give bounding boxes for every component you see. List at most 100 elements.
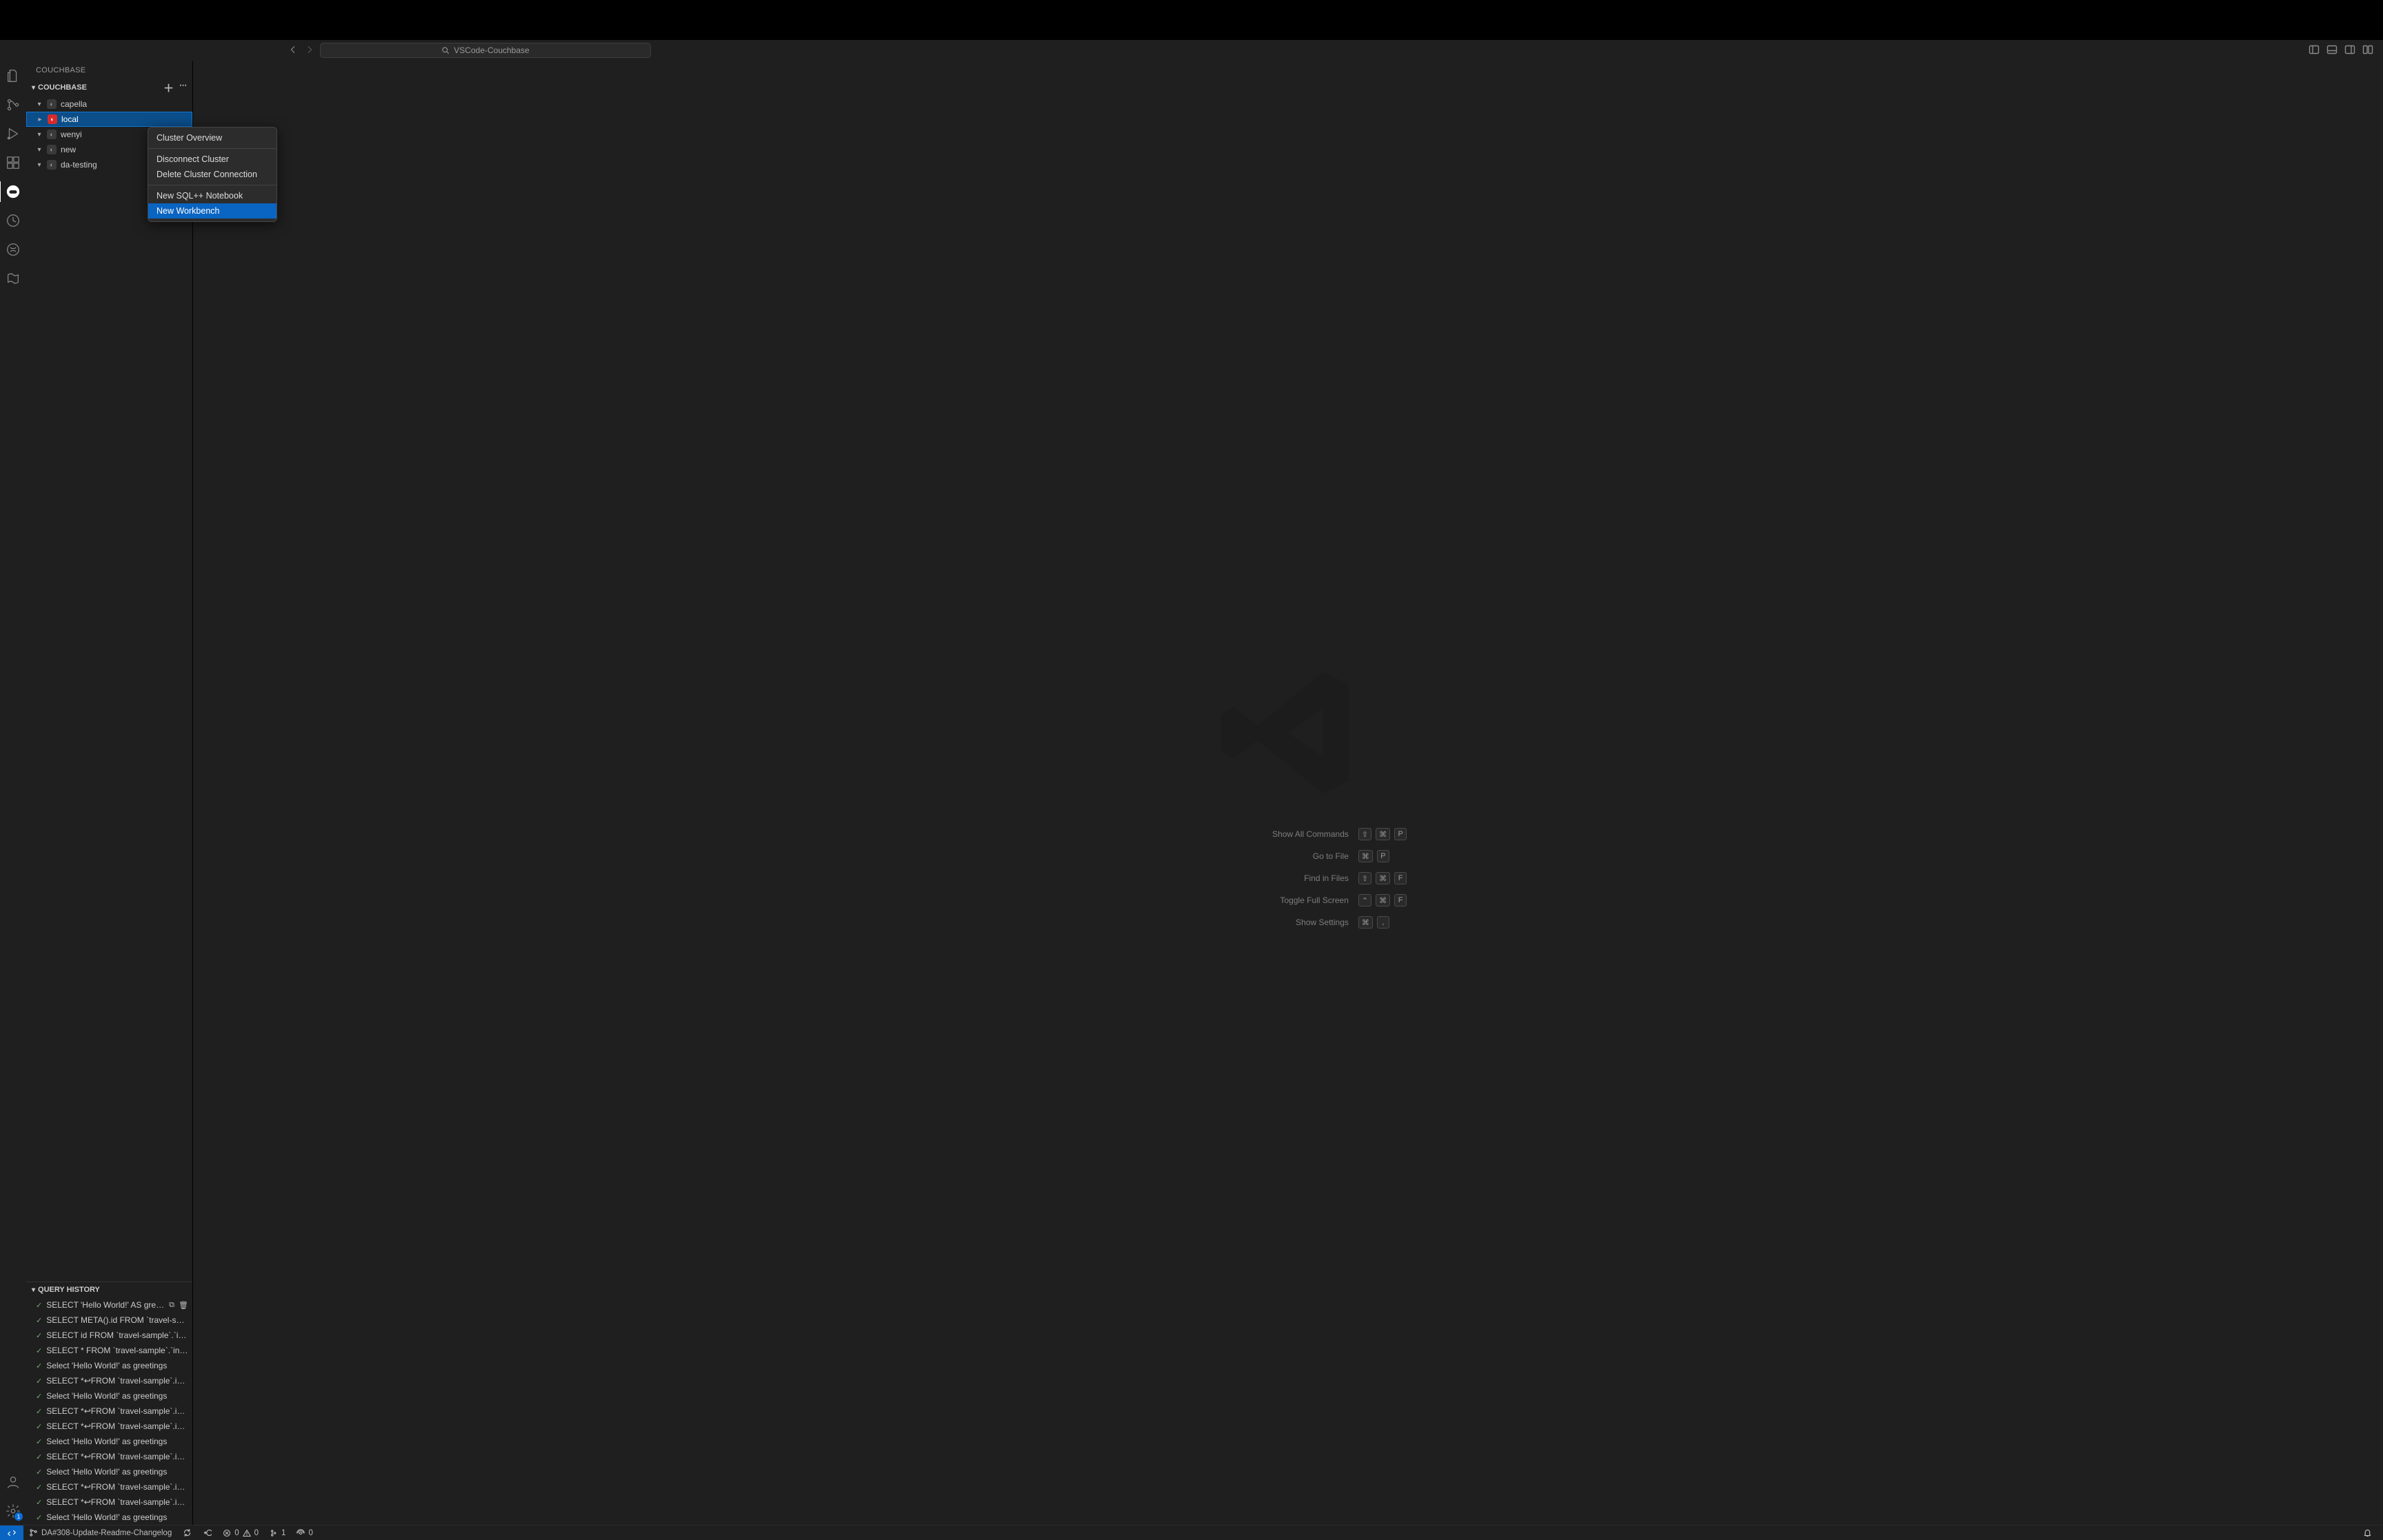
twisty-icon: ▸ — [37, 116, 43, 123]
nav-arrows — [288, 45, 314, 57]
sync-status[interactable] — [177, 1528, 197, 1537]
toggle-panel-icon[interactable] — [2326, 44, 2337, 57]
key: ⌘ — [1358, 850, 1373, 862]
watermark-tip: Go to File⌘P — [1169, 850, 1407, 862]
nav-back-icon[interactable] — [288, 45, 298, 57]
git-branch[interactable]: DA#308-Update-Readme-Changelog — [23, 1528, 177, 1537]
toggle-secondary-sidebar-icon[interactable] — [2344, 44, 2355, 57]
query-text: SELECT 'Hello World!' AS greetings — [46, 1300, 165, 1310]
ctx-item[interactable]: New Workbench — [148, 203, 276, 219]
key: ⌘ — [1358, 916, 1373, 929]
check-icon: ✓ — [36, 1331, 42, 1340]
query-history-item[interactable]: ✓Select 'Hello World!' as greetings⧉🗑 — [26, 1358, 192, 1373]
add-cluster-icon[interactable]: ＋ — [163, 81, 174, 95]
copy-query-icon[interactable]: ⧉ — [169, 1301, 174, 1310]
query-history-item[interactable]: ✓SELECT *↩FROM `travel-sample`.invent…⧉🗑 — [26, 1479, 192, 1495]
key: ⇧ — [1358, 828, 1371, 840]
couchbase-section-header[interactable]: ▾ COUCHBASE ＋ ⋯ — [26, 80, 192, 95]
editor-area: Show All Commands⇧⌘PGo to File⌘PFind in … — [193, 61, 2383, 1525]
check-icon: ✓ — [36, 1422, 42, 1431]
vscode-watermark-logo — [1212, 657, 1364, 809]
more-actions-icon[interactable]: ⋯ — [179, 81, 187, 95]
source-control-icon[interactable] — [5, 97, 21, 113]
query-text: SELECT id FROM `travel-sample`.`inven… — [46, 1330, 188, 1340]
ctx-item[interactable]: New SQL++ Notebook — [148, 188, 276, 203]
git-incoming[interactable]: 1 — [264, 1529, 291, 1537]
command-center-search[interactable]: VSCode-Couchbase — [320, 43, 651, 58]
tip-label: Show All Commands — [1169, 829, 1349, 839]
query-history-item[interactable]: ✓SELECT * FROM `travel-sample`.`invent…⧉… — [26, 1343, 192, 1358]
query-text: Select 'Hello World!' as greetings — [46, 1391, 188, 1401]
check-icon: ✓ — [36, 1316, 42, 1325]
cluster-name: wenyi — [61, 130, 82, 139]
key: ⌘ — [1376, 894, 1390, 906]
query-text: SELECT *↩FROM `travel-sample`.invent… — [46, 1452, 188, 1461]
query-history-item[interactable]: ✓SELECT *↩FROM `travel-sample`.invent…⧉🗑 — [26, 1373, 192, 1388]
check-icon: ✓ — [36, 1301, 42, 1310]
ctx-item[interactable]: Disconnect Cluster — [148, 152, 276, 167]
ctx-item[interactable]: Cluster Overview — [148, 130, 276, 145]
assistant-icon[interactable] — [5, 270, 21, 287]
query-history-item[interactable]: ✓SELECT id FROM `travel-sample`.`inven…⧉… — [26, 1328, 192, 1343]
ctx-separator — [148, 148, 276, 149]
accounts-icon[interactable] — [5, 1474, 21, 1490]
check-icon: ✓ — [36, 1437, 42, 1446]
query-history-item[interactable]: ✓Select 'Hello World!' as greetings⧉🗑 — [26, 1388, 192, 1404]
check-icon: ✓ — [36, 1452, 42, 1461]
query-text: SELECT * FROM `travel-sample`.`invent… — [46, 1346, 188, 1355]
key: , — [1377, 916, 1389, 929]
cluster-item-capella[interactable]: ▾◐capella — [26, 97, 192, 112]
query-history-item[interactable]: ✓ SELECT 'Hello World!' AS greetings ⧉ 🗑 — [26, 1297, 192, 1313]
tip-label: Toggle Full Screen — [1169, 895, 1349, 905]
cluster-status-icon: ◐ — [47, 160, 57, 170]
toggle-primary-sidebar-icon[interactable] — [2309, 44, 2320, 57]
ports-status[interactable]: 0 — [291, 1529, 318, 1537]
tip-label: Find in Files — [1169, 873, 1349, 883]
cluster-item-local[interactable]: ▸◐local — [26, 112, 192, 127]
settings-badge: 1 — [14, 1512, 23, 1521]
query-history-item[interactable]: ✓SELECT *↩FROM `travel-sample`.invent…⧉🗑 — [26, 1449, 192, 1464]
query-history-item[interactable]: ✓SELECT *↩FROM `travel-sample`.invent…⧉🗑 — [26, 1419, 192, 1434]
customize-layout-icon[interactable] — [2362, 44, 2373, 57]
nav-forward-icon — [305, 45, 314, 57]
branch-name: DA#308-Update-Readme-Changelog — [41, 1529, 172, 1537]
extensions-icon[interactable] — [5, 154, 21, 171]
notifications-bell-icon[interactable] — [2357, 1528, 2377, 1537]
query-history-list: ✓SELECT 'Hello World!' AS greetings⧉🗑✓SE… — [26, 1297, 192, 1525]
twisty-icon: ▾ — [36, 131, 43, 139]
chevron-down-icon: ▾ — [32, 1286, 35, 1294]
query-history-item[interactable]: ✓SELECT *↩FROM `travel-sample`.invent…⧉🗑 — [26, 1495, 192, 1510]
query-history-label: QUERY HISTORY — [38, 1286, 100, 1294]
timeline-icon[interactable] — [5, 212, 21, 229]
delete-query-icon[interactable]: 🗑 — [179, 1301, 188, 1310]
search-icon — [441, 46, 450, 54]
query-text: SELECT *↩FROM `travel-sample`.invent… — [46, 1376, 188, 1386]
check-icon: ✓ — [36, 1483, 42, 1492]
check-icon: ✓ — [36, 1407, 42, 1416]
ctx-item[interactable]: Delete Cluster Connection — [148, 167, 276, 182]
watermark-tip: Toggle Full Screen ⌃⌘F — [1169, 894, 1407, 906]
check-icon: ✓ — [36, 1498, 42, 1507]
query-history-item[interactable]: ✓SELECT META().id FROM `travel-sample…⧉🗑 — [26, 1313, 192, 1328]
key: ⌘ — [1376, 828, 1390, 840]
query-history-header[interactable]: ▾ QUERY HISTORY — [26, 1282, 192, 1297]
couchbase-icon[interactable] — [5, 183, 21, 200]
settings-gear-icon[interactable]: 1 — [5, 1503, 21, 1519]
key: ⇧ — [1358, 872, 1371, 884]
key: P — [1377, 850, 1389, 862]
secondary-ext-icon[interactable] — [5, 241, 21, 258]
key: ⌘ — [1376, 872, 1390, 884]
explorer-icon[interactable] — [5, 68, 21, 84]
warning-count: 0 — [254, 1529, 259, 1537]
title-bar: VSCode-Couchbase — [0, 40, 2383, 61]
live-share-status[interactable] — [197, 1528, 217, 1537]
run-debug-icon[interactable] — [5, 125, 21, 142]
tip-keys: ⌃⌘F — [1358, 894, 1407, 906]
problems-status[interactable]: 0 0 — [217, 1529, 264, 1537]
query-history-item[interactable]: ✓Select 'Hello World!' as greetings⧉🗑 — [26, 1510, 192, 1525]
query-history-item[interactable]: ✓SELECT *↩FROM `travel-sample`.invent…⧉🗑 — [26, 1404, 192, 1419]
query-history-item[interactable]: ✓Select 'Hello World!' as greetings⧉🗑 — [26, 1464, 192, 1479]
tip-keys: ⌘, — [1358, 916, 1389, 929]
remote-indicator[interactable] — [0, 1526, 23, 1540]
query-history-item[interactable]: ✓Select 'Hello World!' as greetings⧉🗑 — [26, 1434, 192, 1449]
